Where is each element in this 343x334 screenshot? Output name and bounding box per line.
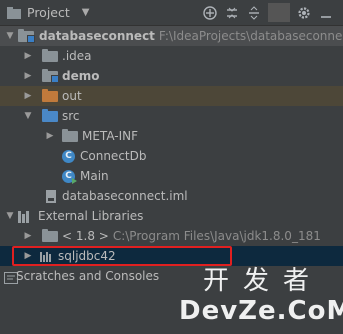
sdk-folder-icon bbox=[42, 229, 58, 242]
tree-item-idea[interactable]: ▶ .idea bbox=[0, 46, 343, 66]
tree-item-demo[interactable]: ▶ demo bbox=[0, 66, 343, 86]
tree-item-label: META-INF bbox=[82, 129, 139, 143]
tree-item-jdk[interactable]: ▶ < 1.8 > C:\Program Files\Java\jdk1.8.0_… bbox=[0, 226, 343, 246]
project-folder-icon bbox=[7, 6, 21, 19]
tree-item-main[interactable]: C Main bbox=[0, 166, 343, 186]
toolbar-divider bbox=[268, 3, 290, 22]
chevron-down-icon[interactable]: ▼ bbox=[82, 7, 90, 18]
chevron-right-icon[interactable]: ▶ bbox=[44, 126, 56, 146]
tree-item-out[interactable]: ▶ out bbox=[0, 86, 343, 106]
tree-item-connectdb[interactable]: C ConnectDb bbox=[0, 146, 343, 166]
tree-item-src[interactable]: ▼ src bbox=[0, 106, 343, 126]
watermark: 开发者 DevZe.CoM bbox=[175, 260, 343, 330]
tree-item-label: src bbox=[62, 109, 80, 123]
tree-item-label: External Libraries bbox=[38, 209, 144, 223]
tree-item-meta-inf[interactable]: ▶ META-INF bbox=[0, 126, 343, 146]
chevron-right-icon[interactable]: ▶ bbox=[22, 46, 34, 66]
chevron-down-icon[interactable]: ▼ bbox=[4, 206, 16, 226]
project-name: databaseconnect bbox=[39, 29, 155, 43]
collapse-all-icon[interactable] bbox=[221, 3, 243, 22]
tree-item-label: Scratches and Consoles bbox=[16, 269, 160, 283]
tree-item-external-libraries[interactable]: ▼ External Libraries bbox=[0, 206, 343, 226]
jar-library-icon bbox=[40, 252, 54, 262]
source-folder-icon bbox=[42, 109, 58, 122]
folder-icon bbox=[42, 49, 58, 62]
project-toolbar: Project ▼ bbox=[0, 0, 343, 26]
chevron-right-icon[interactable]: ▶ bbox=[22, 226, 34, 246]
tree-item-label: demo bbox=[62, 69, 100, 83]
expand-icon[interactable] bbox=[243, 3, 265, 22]
add-icon[interactable] bbox=[199, 3, 221, 22]
excluded-folder-icon bbox=[42, 89, 58, 102]
folder-icon bbox=[62, 129, 78, 142]
watermark-en: DevZe.CoM bbox=[179, 296, 343, 326]
library-icon bbox=[18, 211, 32, 223]
module-folder-icon bbox=[42, 69, 59, 83]
class-icon: C bbox=[62, 150, 75, 163]
jdk-path: C:\Program Files\Java\jdk1.8.0_181 bbox=[112, 229, 321, 243]
module-file-icon bbox=[46, 190, 56, 203]
tree-item-root[interactable]: ▼ databaseconnect F:\IdeaProjects\databas… bbox=[0, 26, 343, 46]
tree-item-iml[interactable]: databaseconnect.iml bbox=[0, 186, 343, 206]
tree-item-label: out bbox=[62, 89, 82, 103]
settings-icon[interactable] bbox=[293, 3, 315, 22]
chevron-right-icon[interactable]: ▶ bbox=[22, 246, 34, 266]
hide-icon[interactable] bbox=[315, 3, 337, 22]
project-path: F:\IdeaProjects\databaseconnect bbox=[158, 29, 343, 43]
project-tree: ▼ databaseconnect F:\IdeaProjects\databas… bbox=[0, 26, 343, 286]
runnable-class-icon: C bbox=[62, 170, 77, 184]
tree-item-label: databaseconnect.iml bbox=[62, 189, 188, 203]
tree-item-label: Main bbox=[80, 169, 109, 183]
tree-item-label: ConnectDb bbox=[80, 149, 147, 163]
watermark-cn: 开发者 bbox=[203, 266, 324, 296]
chevron-right-icon[interactable]: ▶ bbox=[22, 86, 34, 106]
jdk-name: < 1.8 > bbox=[62, 229, 109, 243]
chevron-right-icon[interactable]: ▶ bbox=[22, 66, 34, 86]
project-view-selector[interactable]: Project ▼ bbox=[7, 5, 89, 20]
project-title: Project bbox=[27, 5, 70, 20]
tree-item-label: sqljdbc42 bbox=[58, 249, 116, 263]
chevron-down-icon[interactable]: ▼ bbox=[22, 106, 34, 126]
module-folder-icon bbox=[18, 29, 35, 43]
tree-item-label: .idea bbox=[62, 49, 92, 63]
chevron-down-icon[interactable]: ▼ bbox=[4, 26, 16, 46]
